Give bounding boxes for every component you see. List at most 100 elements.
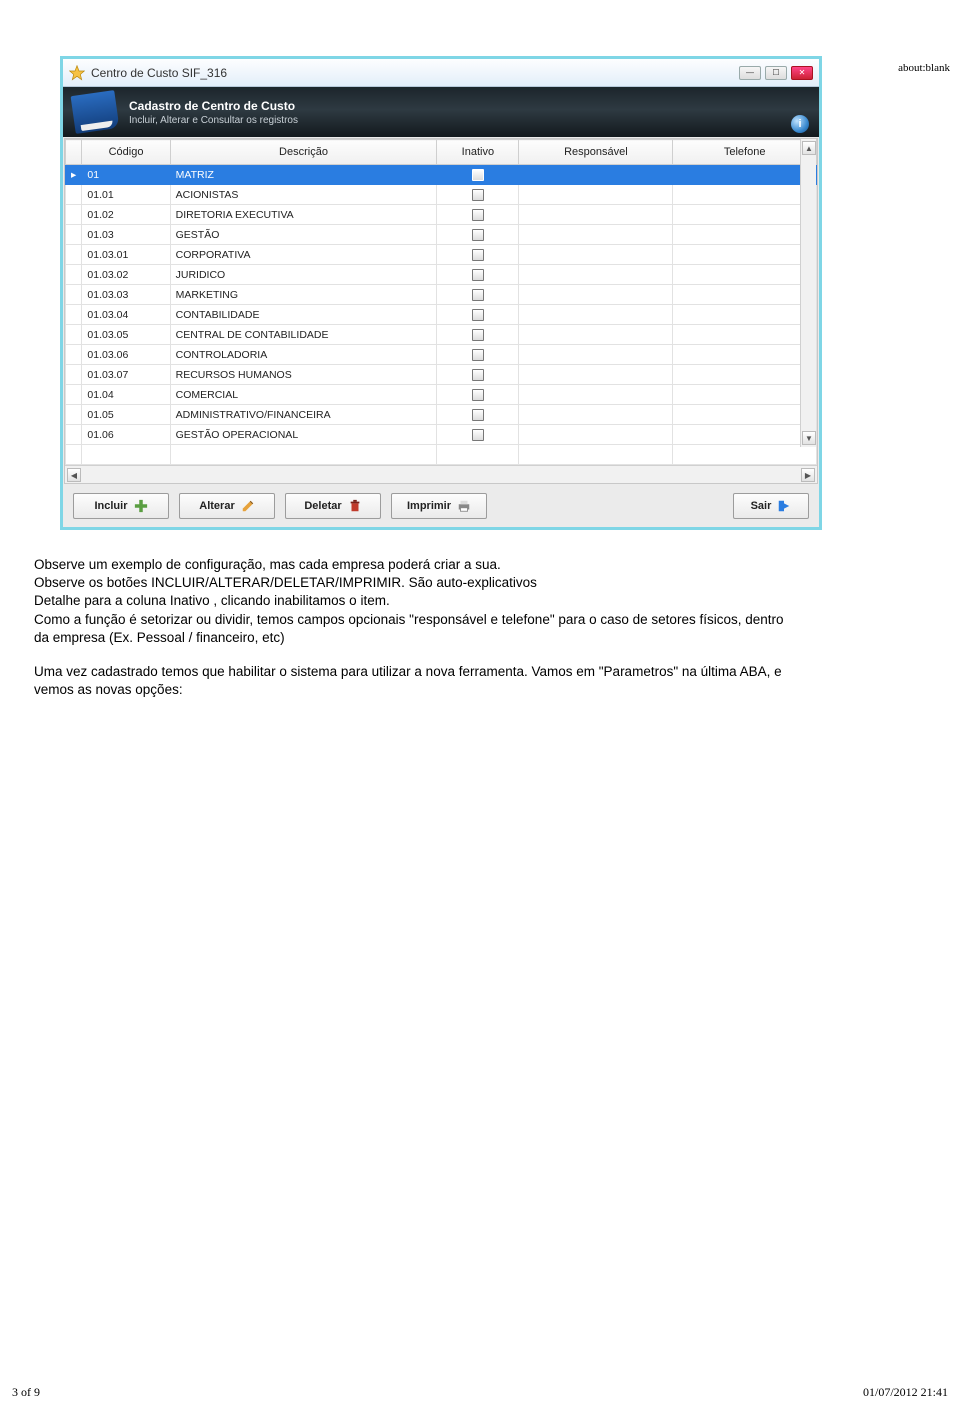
col-inativo[interactable]: Inativo	[437, 140, 519, 165]
cell-codigo[interactable]: 01.03.05	[82, 325, 170, 345]
table-row[interactable]: 01.03.05CENTRAL DE CONTABILIDADE	[66, 325, 817, 345]
imprimir-button[interactable]: Imprimir	[391, 493, 487, 519]
data-grid[interactable]: Código Descrição Inativo Responsável Tel…	[65, 139, 817, 465]
checkbox[interactable]	[472, 289, 484, 301]
sair-button[interactable]: Sair	[733, 493, 809, 519]
cell-inativo[interactable]	[437, 265, 519, 285]
cell-responsavel[interactable]	[519, 285, 673, 305]
cell-inativo[interactable]	[437, 405, 519, 425]
cell-codigo[interactable]: 01.02	[82, 205, 170, 225]
table-row[interactable]: 01.03.06CONTROLADORIA	[66, 345, 817, 365]
cell-codigo[interactable]: 01.05	[82, 405, 170, 425]
cell-codigo[interactable]: 01.03	[82, 225, 170, 245]
table-row[interactable]: 01.04COMERCIAL	[66, 385, 817, 405]
cell-responsavel[interactable]	[519, 325, 673, 345]
cell-responsavel[interactable]	[519, 265, 673, 285]
cell-telefone[interactable]	[673, 225, 817, 245]
cell-codigo[interactable]: 01.01	[82, 185, 170, 205]
cell-inativo[interactable]	[437, 305, 519, 325]
cell-telefone[interactable]	[673, 405, 817, 425]
deletar-button[interactable]: Deletar	[285, 493, 381, 519]
table-row[interactable]: 01.03.07RECURSOS HUMANOS	[66, 365, 817, 385]
table-row[interactable]: 01.02DIRETORIA EXECUTIVA	[66, 205, 817, 225]
horizontal-scrollbar[interactable]: ◀ ▶	[65, 465, 817, 483]
cell-descricao[interactable]: ACIONISTAS	[170, 185, 437, 205]
cell-descricao[interactable]: CORPORATIVA	[170, 245, 437, 265]
checkbox[interactable]	[472, 389, 484, 401]
table-row[interactable]: 01.03.01CORPORATIVA	[66, 245, 817, 265]
cell-telefone[interactable]	[673, 345, 817, 365]
table-row[interactable]: 01.05ADMINISTRATIVO/FINANCEIRA	[66, 405, 817, 425]
cell-codigo[interactable]: 01.03.03	[82, 285, 170, 305]
table-row[interactable]: 01.03.03MARKETING	[66, 285, 817, 305]
minimize-button[interactable]: —	[739, 66, 761, 80]
cell-codigo[interactable]: 01	[82, 165, 170, 185]
checkbox[interactable]	[472, 429, 484, 441]
col-telefone[interactable]: Telefone	[673, 140, 817, 165]
cell-inativo[interactable]	[437, 185, 519, 205]
cell-descricao[interactable]: JURIDICO	[170, 265, 437, 285]
cell-telefone[interactable]	[673, 365, 817, 385]
cell-telefone[interactable]	[673, 165, 817, 185]
titlebar[interactable]: Centro de Custo SIF_316 — ☐ ✕	[63, 59, 819, 87]
cell-codigo[interactable]: 01.04	[82, 385, 170, 405]
cell-responsavel[interactable]	[519, 245, 673, 265]
cell-inativo[interactable]	[437, 285, 519, 305]
cell-descricao[interactable]: COMERCIAL	[170, 385, 437, 405]
checkbox[interactable]	[472, 329, 484, 341]
cell-inativo[interactable]	[437, 165, 519, 185]
vertical-scrollbar[interactable]: ▲ ▼	[800, 139, 816, 447]
scroll-left-icon[interactable]: ◀	[67, 468, 81, 482]
col-codigo[interactable]: Código	[82, 140, 170, 165]
help-icon[interactable]: i	[791, 115, 809, 133]
cell-telefone[interactable]	[673, 425, 817, 445]
cell-descricao[interactable]: CENTRAL DE CONTABILIDADE	[170, 325, 437, 345]
cell-descricao[interactable]: MATRIZ	[170, 165, 437, 185]
close-button[interactable]: ✕	[791, 66, 813, 80]
cell-responsavel[interactable]	[519, 225, 673, 245]
cell-inativo[interactable]	[437, 385, 519, 405]
cell-responsavel[interactable]	[519, 425, 673, 445]
cell-inativo[interactable]	[437, 365, 519, 385]
cell-responsavel[interactable]	[519, 185, 673, 205]
table-row[interactable]: 01.03.02JURIDICO	[66, 265, 817, 285]
checkbox[interactable]	[472, 169, 484, 181]
cell-telefone[interactable]	[673, 325, 817, 345]
checkbox[interactable]	[472, 189, 484, 201]
checkbox[interactable]	[472, 249, 484, 261]
scroll-up-icon[interactable]: ▲	[802, 141, 816, 155]
cell-descricao[interactable]: GESTÃO OPERACIONAL	[170, 425, 437, 445]
cell-descricao[interactable]: RECURSOS HUMANOS	[170, 365, 437, 385]
cell-telefone[interactable]	[673, 205, 817, 225]
cell-telefone[interactable]	[673, 305, 817, 325]
cell-codigo[interactable]: 01.03.02	[82, 265, 170, 285]
cell-telefone[interactable]	[673, 265, 817, 285]
cell-responsavel[interactable]	[519, 365, 673, 385]
cell-telefone[interactable]	[673, 245, 817, 265]
scroll-right-icon[interactable]: ▶	[801, 468, 815, 482]
table-row[interactable]: ▸01MATRIZ	[66, 165, 817, 185]
cell-descricao[interactable]: DIRETORIA EXECUTIVA	[170, 205, 437, 225]
incluir-button[interactable]: Incluir	[73, 493, 169, 519]
cell-codigo[interactable]: 01.03.04	[82, 305, 170, 325]
checkbox[interactable]	[472, 269, 484, 281]
scroll-down-icon[interactable]: ▼	[802, 431, 816, 445]
alterar-button[interactable]: Alterar	[179, 493, 275, 519]
cell-codigo[interactable]: 01.03.06	[82, 345, 170, 365]
col-responsavel[interactable]: Responsável	[519, 140, 673, 165]
cell-inativo[interactable]	[437, 225, 519, 245]
cell-descricao[interactable]: CONTROLADORIA	[170, 345, 437, 365]
cell-inativo[interactable]	[437, 325, 519, 345]
maximize-button[interactable]: ☐	[765, 66, 787, 80]
cell-telefone[interactable]	[673, 185, 817, 205]
cell-responsavel[interactable]	[519, 345, 673, 365]
cell-codigo[interactable]: 01.06	[82, 425, 170, 445]
cell-codigo[interactable]: 01.03.01	[82, 245, 170, 265]
cell-descricao[interactable]: CONTABILIDADE	[170, 305, 437, 325]
cell-descricao[interactable]: ADMINISTRATIVO/FINANCEIRA	[170, 405, 437, 425]
checkbox[interactable]	[472, 209, 484, 221]
cell-inativo[interactable]	[437, 245, 519, 265]
cell-codigo[interactable]: 01.03.07	[82, 365, 170, 385]
cell-inativo[interactable]	[437, 345, 519, 365]
checkbox[interactable]	[472, 409, 484, 421]
